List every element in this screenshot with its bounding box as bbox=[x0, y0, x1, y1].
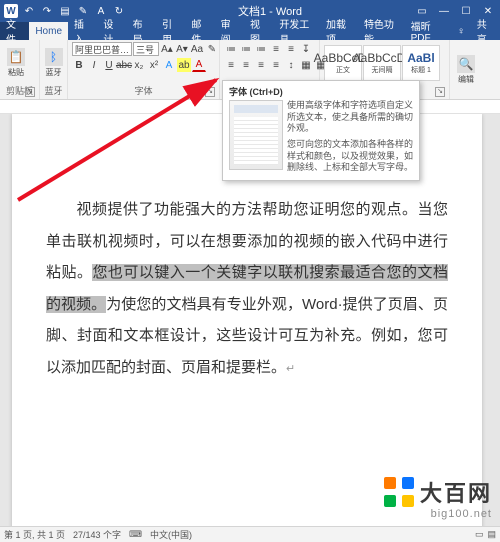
style-heading1[interactable]: AaBl标题 1 bbox=[402, 45, 440, 81]
tab-references[interactable]: 引用 bbox=[156, 22, 185, 40]
qat-redo-icon[interactable]: ↷ bbox=[40, 4, 54, 18]
tab-special[interactable]: 特色功能 bbox=[358, 22, 405, 40]
shrink-font-button[interactable]: A▾ bbox=[175, 42, 189, 56]
tab-insert[interactable]: 插入 bbox=[68, 22, 97, 40]
text-effects-button[interactable]: A bbox=[162, 58, 176, 72]
paste-icon: 📋 bbox=[7, 48, 25, 66]
subscript-button[interactable]: x₂ bbox=[132, 58, 146, 72]
group-clipboard: 📋 粘贴 剪贴板↘ bbox=[0, 40, 40, 99]
font-screentip: 字体 (Ctrl+D) 使用高级字体和字符选项自定义所选文本，使之具备所需的确切… bbox=[222, 80, 420, 181]
watermark-logo-icon bbox=[384, 477, 414, 507]
tab-review[interactable]: 审阅 bbox=[215, 22, 244, 40]
align-justify-button[interactable]: ≡ bbox=[269, 58, 283, 72]
ribbon-options-icon[interactable]: ▭ bbox=[414, 6, 430, 17]
screentip-title: 字体 (Ctrl+D) bbox=[229, 85, 413, 98]
align-right-button[interactable]: ≡ bbox=[254, 58, 268, 72]
highlight-button[interactable]: ab bbox=[177, 58, 191, 72]
tab-addins[interactable]: 加载项 bbox=[320, 22, 358, 40]
sort-button[interactable]: ↧ bbox=[299, 42, 313, 56]
italic-button[interactable]: I bbox=[87, 58, 101, 72]
tell-me-icon[interactable]: ♀ bbox=[451, 22, 471, 40]
group-label-font: 字体↘ bbox=[72, 84, 215, 97]
bullets-button[interactable]: ≔ bbox=[224, 42, 238, 56]
font-dialog-launcher[interactable]: ↘ bbox=[205, 87, 215, 97]
find-icon: 🔍 bbox=[457, 55, 475, 73]
ribbon-tabs: 文件 Home 插入 设计 布局 引用 邮件 审阅 视图 开发工具 加载项 特色… bbox=[0, 22, 500, 40]
status-wordcount[interactable]: 27/143 个字 bbox=[73, 528, 121, 541]
tab-file[interactable]: 文件 bbox=[0, 22, 29, 40]
close-icon[interactable]: ✕ bbox=[480, 6, 496, 17]
tab-layout[interactable]: 布局 bbox=[127, 22, 156, 40]
grow-font-button[interactable]: A▴ bbox=[160, 42, 174, 56]
qat-undo-icon[interactable]: ↶ bbox=[22, 4, 36, 18]
qat-save-icon[interactable]: ▤ bbox=[58, 4, 72, 18]
tab-home[interactable]: Home bbox=[29, 22, 68, 40]
underline-button[interactable]: U bbox=[102, 58, 116, 72]
font-name-combo[interactable]: 阿里巴巴普… bbox=[72, 42, 132, 56]
screentip-text-2: 您可向您的文本添加各种各样的样式和颜色，以及视觉效果，如删除线、上标和全部大写字… bbox=[287, 139, 413, 174]
styles-launcher[interactable]: ↘ bbox=[435, 87, 445, 97]
tab-design[interactable]: 设计 bbox=[97, 22, 126, 40]
view-print-icon[interactable]: ▤ bbox=[487, 529, 496, 540]
clipboard-launcher[interactable]: ↘ bbox=[25, 87, 35, 97]
increase-indent-button[interactable]: ≡ bbox=[284, 42, 298, 56]
text-post[interactable]: 为使您的文档具有专业外观，Word·提供了页眉、页脚、封面和文本框设计，这些设计… bbox=[46, 296, 448, 376]
superscript-button[interactable]: x² bbox=[147, 58, 161, 72]
multilevel-button[interactable]: ≔ bbox=[254, 42, 268, 56]
clear-format-button[interactable]: ✎ bbox=[205, 42, 219, 56]
bold-button[interactable]: B bbox=[72, 58, 86, 72]
watermark-domain: big100.net bbox=[384, 508, 492, 520]
font-color-button[interactable]: A bbox=[192, 58, 206, 72]
editing-button[interactable]: 🔍 编辑 bbox=[454, 51, 478, 89]
tab-developer[interactable]: 开发工具 bbox=[273, 22, 320, 40]
group-label-clipboard: 剪贴板↘ bbox=[4, 84, 35, 97]
window-controls: ▭ — ☐ ✕ bbox=[414, 6, 496, 17]
strike-button[interactable]: abc bbox=[117, 58, 131, 72]
align-left-button[interactable]: ≡ bbox=[224, 58, 238, 72]
group-label-bluetooth: 蓝牙 bbox=[44, 84, 63, 97]
status-language[interactable]: 中文(中国) bbox=[150, 528, 192, 541]
style-nospacing[interactable]: AaBbCcDc无间隔 bbox=[363, 45, 401, 81]
font-size-combo[interactable]: 三号 bbox=[133, 42, 159, 56]
numbering-button[interactable]: ≔ bbox=[239, 42, 253, 56]
group-editing: 🔍 编辑 bbox=[450, 40, 484, 99]
group-bluetooth: ᛒ 蓝牙 蓝牙 bbox=[40, 40, 68, 99]
screentip-text-1: 使用高级字体和字符选项自定义所选文本，使之具备所需的确切外观。 bbox=[287, 100, 413, 135]
tab-foxit-pdf[interactable]: 福昕PDF bbox=[405, 22, 452, 40]
tab-view[interactable]: 视图 bbox=[244, 22, 273, 40]
paragraph-mark: ↵ bbox=[286, 363, 295, 375]
status-ime-icon[interactable]: ⌨ bbox=[129, 529, 142, 540]
shading-button[interactable]: ▦ bbox=[299, 58, 313, 72]
status-page[interactable]: 第 1 页, 共 1 页 bbox=[4, 528, 65, 541]
change-case-button[interactable]: Aa bbox=[190, 42, 204, 56]
tab-mailings[interactable]: 邮件 bbox=[185, 22, 214, 40]
minimize-icon[interactable]: — bbox=[436, 6, 452, 17]
status-bar: 第 1 页, 共 1 页 27/143 个字 ⌨ 中文(中国) ▭ ▤ bbox=[0, 526, 500, 542]
watermark: 大百网 big100.net bbox=[384, 476, 492, 520]
view-readmode-icon[interactable]: ▭ bbox=[475, 529, 484, 540]
decrease-indent-button[interactable]: ≡ bbox=[269, 42, 283, 56]
screentip-thumbnail bbox=[229, 100, 283, 170]
bluetooth-button[interactable]: ᛒ 蓝牙 bbox=[44, 44, 63, 82]
align-center-button[interactable]: ≡ bbox=[239, 58, 253, 72]
paste-button[interactable]: 📋 粘贴 bbox=[4, 44, 28, 82]
watermark-name: 大百网 bbox=[420, 476, 492, 508]
maximize-icon[interactable]: ☐ bbox=[458, 6, 474, 17]
group-font: 阿里巴巴普… 三号 A▴ A▾ Aa ✎ B I U abc x₂ x² A a… bbox=[68, 40, 220, 99]
bluetooth-icon: ᛒ bbox=[45, 48, 63, 66]
line-spacing-button[interactable]: ↕ bbox=[284, 58, 298, 72]
